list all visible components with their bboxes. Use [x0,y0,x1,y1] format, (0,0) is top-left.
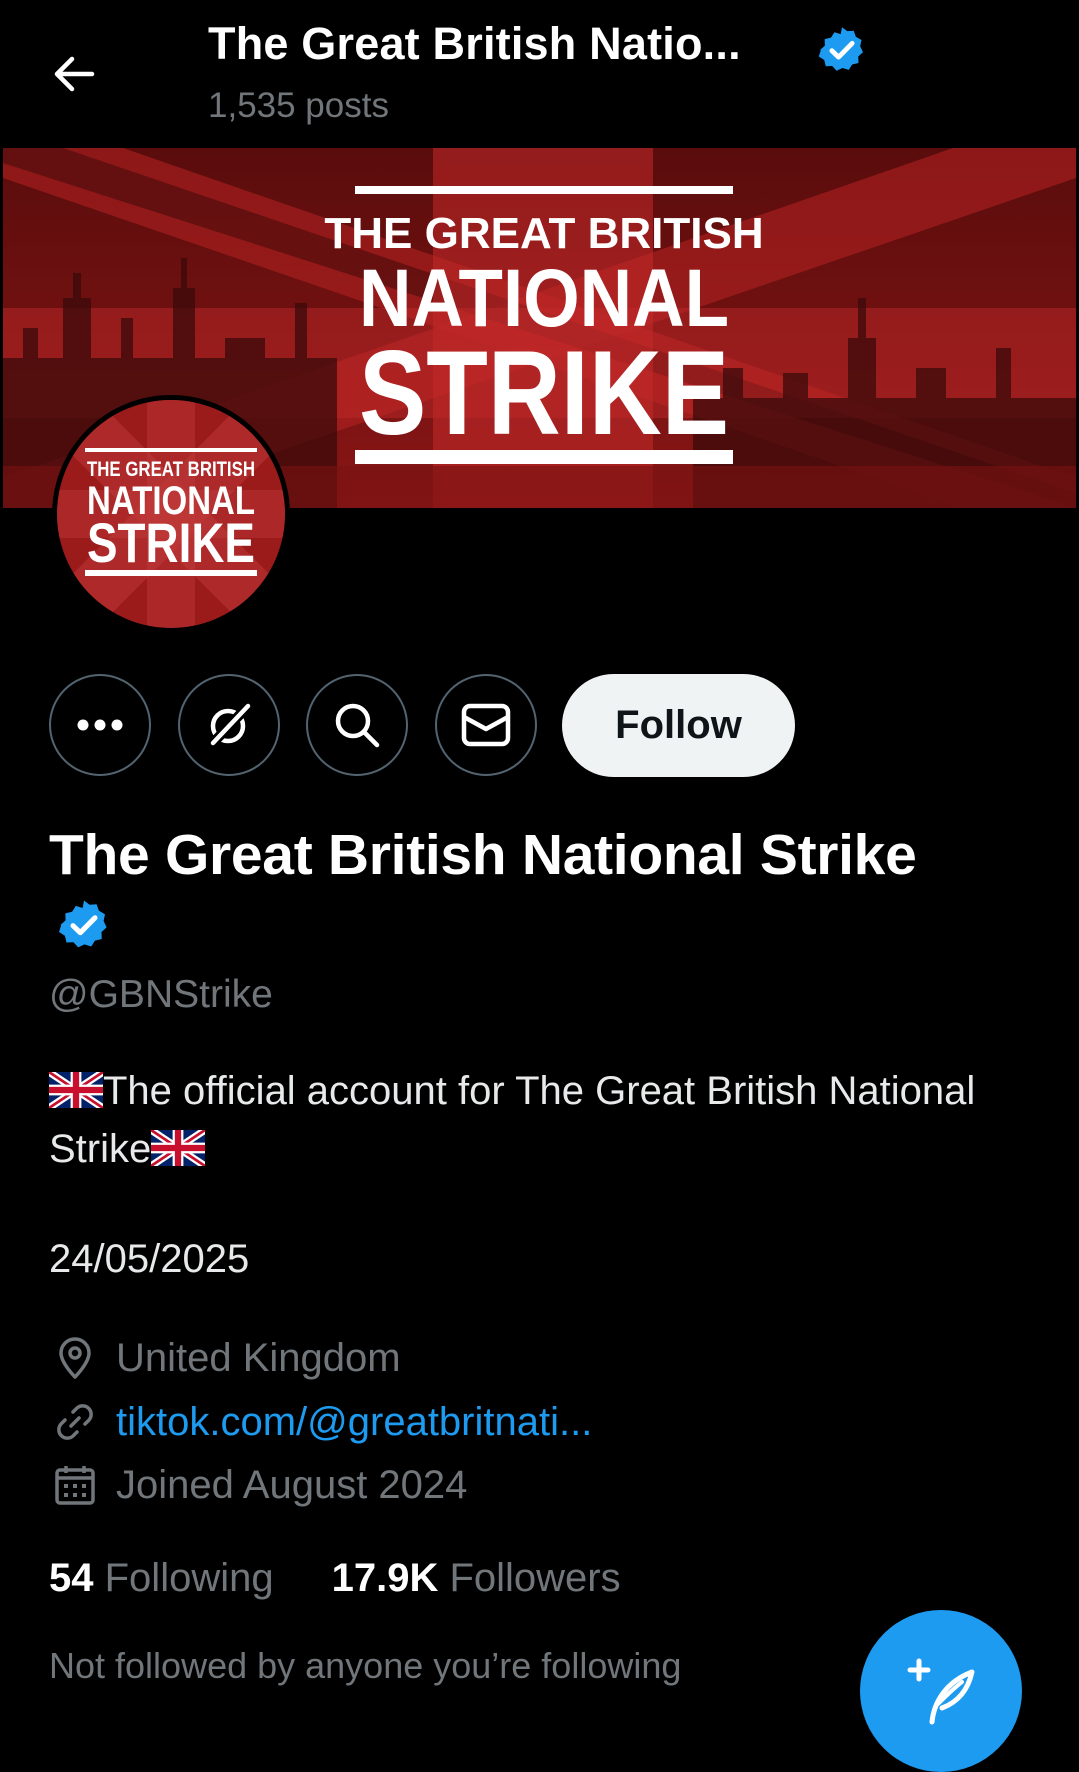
uk-flag-icon [151,1130,206,1166]
avatar-line1: THE GREAT BRITISH [87,458,255,481]
posts-count: 1,535 posts [208,86,389,125]
compose-feather-icon [907,1658,975,1725]
location-text: United Kingdom [116,1335,401,1380]
following-label: Following [104,1556,274,1600]
followers-stat[interactable]: 17.9K Followers [332,1556,621,1601]
back-button[interactable] [44,44,104,104]
handle: @GBNStrike [49,973,273,1016]
search-icon [335,703,380,748]
joined-row: Joined August 2024 [52,1462,467,1508]
message-button[interactable] [435,674,537,776]
more-dots-icon [77,719,123,731]
joined-text: Joined August 2024 [116,1462,468,1507]
envelope-icon [461,703,511,747]
uk-flag-icon [49,1072,103,1108]
location-row: United Kingdom [52,1335,401,1381]
display-name: The Great British National Strike [49,823,917,887]
bio-date: 24/05/2025 [49,1237,250,1281]
follow-button[interactable]: Follow [562,674,795,777]
following-stat[interactable]: 54 Following [49,1556,274,1601]
avatar[interactable]: THE GREAT BRITISH NATIONAL STRIKE [52,395,290,633]
website-row: tiktok.com/@greatbritnati... [52,1399,592,1445]
link-icon [52,1399,98,1445]
avatar-line3: STRIKE [87,511,255,574]
follow-stats: 54 Following 17.9K Followers [49,1556,621,1601]
header-title: The Great British Natio... [208,18,741,69]
website-link[interactable]: tiktok.com/@greatbritnati... [116,1400,592,1445]
following-count: 54 [49,1556,94,1600]
location-pin-icon [52,1335,98,1381]
verified-badge-icon [816,24,868,76]
followers-label: Followers [449,1556,621,1600]
more-options-button[interactable] [49,674,151,776]
banner-line1: THE GREAT BRITISH [324,209,763,258]
grok-button[interactable] [178,674,280,776]
verified-badge-icon [56,897,112,953]
followers-count: 17.9K [331,1556,439,1600]
grok-icon [208,702,252,748]
arrow-left-icon [54,56,95,92]
search-button[interactable] [306,674,408,776]
compose-post-button[interactable] [860,1610,1022,1772]
social-context: Not followed by anyone you’re following [49,1645,682,1686]
calendar-icon [52,1462,98,1508]
banner-line3: STRIKE [359,326,729,460]
bio: The official account for The Great Briti… [49,1062,1009,1178]
